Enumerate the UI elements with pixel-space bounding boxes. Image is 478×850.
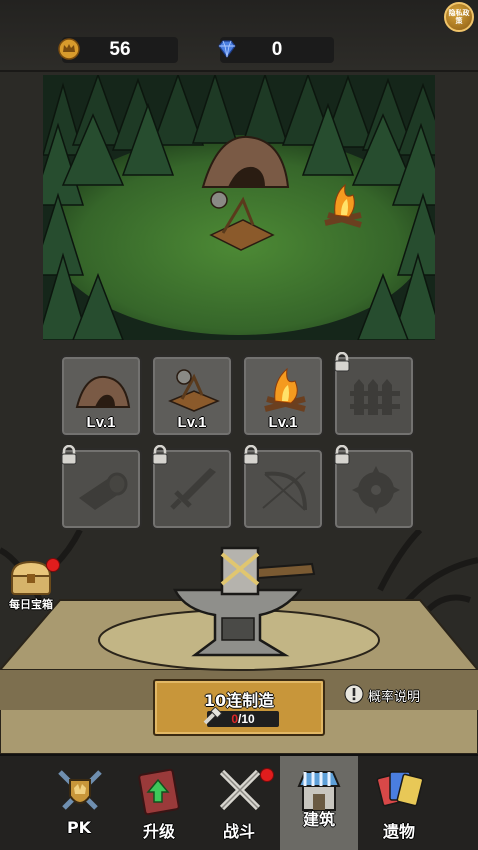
privacy-policy-button[interactable]: 隐私政策 <box>444 2 474 32</box>
nav-tab-upgrade[interactable]: 升级 <box>114 756 204 850</box>
lock-icon <box>61 445 77 465</box>
fence-icon <box>350 379 400 415</box>
building-level: Lv.1 <box>268 414 298 431</box>
forge-cost-total: /10 <box>238 712 255 726</box>
building-level: Lv.1 <box>177 414 207 431</box>
nav-label-pk: PK <box>66 818 92 837</box>
base-scene <box>43 75 435 340</box>
daily-chest-label: 每日宝箱 <box>9 598 53 611</box>
log-icon <box>79 472 128 510</box>
bottom-navigation: PK 升级 战斗 建筑 遗物 <box>0 754 478 850</box>
forge-cost-current: 0 <box>231 712 238 726</box>
nav-label-upgrade: 升级 <box>142 822 175 841</box>
lock-icon <box>334 352 350 372</box>
notification-dot <box>260 768 274 782</box>
building-level: Lv.1 <box>86 414 116 431</box>
nav-tab-build[interactable]: 建筑 <box>280 756 358 850</box>
notification-dot <box>46 558 60 572</box>
building-slot-catapult[interactable]: Lv.1 <box>151 355 233 437</box>
nav-label-battle: 战斗 <box>222 822 255 841</box>
relic-cards-icon <box>376 771 424 807</box>
cave-icon <box>75 375 131 408</box>
gem-counter: 0 <box>218 37 334 63</box>
sawblade-icon <box>352 466 400 514</box>
hammer-token-icon <box>203 707 223 725</box>
crossed-swords-shield-icon <box>58 770 102 810</box>
campfire-icon <box>264 367 306 412</box>
nav-tab-pk[interactable]: PK <box>34 756 124 850</box>
crossed-bones-swords-icon <box>219 769 261 811</box>
diamond-icon <box>218 40 236 59</box>
forest-clearing-illustration <box>43 75 435 340</box>
coin-counter: 56 <box>58 37 178 63</box>
catapult-icon <box>168 369 220 412</box>
lock-icon <box>152 445 168 465</box>
nav-tab-relics[interactable]: 遗物 <box>354 756 444 850</box>
forge-button-label: 10连制造 <box>203 691 275 710</box>
forge-ten-button[interactable]: 10连制造 0/10 <box>153 679 325 736</box>
nav-tab-battle[interactable]: 战斗 <box>194 756 284 850</box>
daily-chest-button[interactable]: 每日宝箱 <box>4 558 60 612</box>
nav-label-build: 建筑 <box>302 810 335 829</box>
nav-label-relics: 遗物 <box>382 822 415 841</box>
crown-coin-icon <box>58 38 80 60</box>
probability-label: 概率说明 <box>368 690 421 705</box>
probability-info-button[interactable]: 概率说明 <box>344 683 474 705</box>
bow-icon <box>262 471 307 511</box>
top-bar: 56 0 隐私政策 <box>0 0 478 72</box>
sword-icon <box>170 468 216 510</box>
lock-icon <box>243 445 259 465</box>
building-slot-cave[interactable]: Lv.1 <box>60 355 142 437</box>
info-exclamation-icon <box>344 684 364 704</box>
lock-icon <box>334 445 350 465</box>
upgrade-book-icon <box>138 768 180 816</box>
building-slot-campfire[interactable]: Lv.1 <box>242 355 324 437</box>
